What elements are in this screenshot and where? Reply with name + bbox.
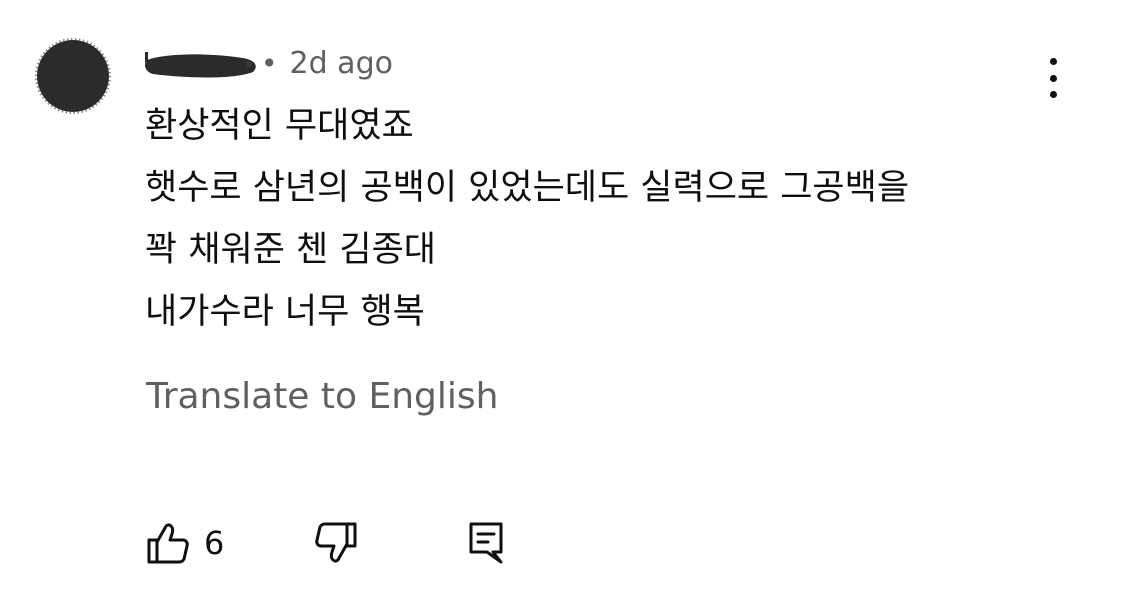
comment: • 2d ago 환상적인 무대였죠 햇수로 삼년의 공백이 있었는데도 실력으…: [0, 0, 1125, 609]
separator-dot: •: [261, 47, 278, 80]
more-vertical-icon: [1049, 58, 1057, 65]
avatar[interactable]: [35, 38, 111, 114]
thumbs-down-icon[interactable]: [314, 520, 358, 566]
comment-line: 꽉 채워준 첸 김종대: [145, 230, 436, 270]
more-options-button[interactable]: [1032, 56, 1074, 100]
comment-header: • 2d ago: [143, 42, 393, 86]
like-count: 6: [204, 524, 225, 562]
username-redacted[interactable]: [143, 46, 259, 82]
reply-comment-icon[interactable]: [466, 520, 506, 566]
comment-timestamp[interactable]: 2d ago: [290, 49, 393, 79]
comment-line: 내가수라 너무 행복: [145, 292, 425, 332]
translate-button[interactable]: Translate to English: [146, 373, 498, 421]
comment-text: 환상적인 무대였죠 햇수로 삼년의 공백이 있었는데도 실력으로 그공백을 꽉 …: [145, 95, 1045, 343]
more-vertical-icon-dot: [1049, 74, 1057, 82]
comment-line: 환상적인 무대였죠: [145, 106, 414, 146]
more-vertical-icon-dot: [1049, 91, 1057, 98]
thumbs-up-icon[interactable]: [146, 520, 190, 566]
comment-line: 햇수로 삼년의 공백이 있었는데도 실력으로 그공백을: [145, 168, 910, 208]
